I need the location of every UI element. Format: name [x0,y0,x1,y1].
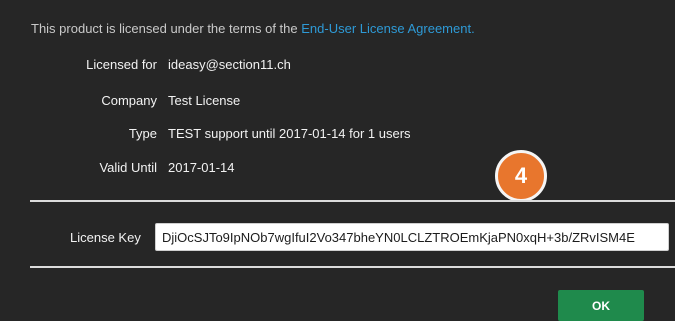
license-key-input[interactable] [155,223,669,251]
eula-link[interactable]: End-User License Agreement. [301,21,474,36]
license-intro: This product is licensed under the terms… [31,21,475,36]
valid-until-row: Valid Until 2017-01-14 [0,160,675,178]
licensed-for-label: Licensed for [86,57,157,72]
type-row: Type TEST support until 2017-01-14 for 1… [0,126,675,144]
licensed-for-value: ideasy@section11.ch [168,57,291,72]
company-row: Company Test License [0,93,675,111]
intro-text: This product is licensed under the terms… [31,21,298,36]
license-key-label: License Key [70,230,141,245]
type-value: TEST support until 2017-01-14 for 1 user… [168,126,411,141]
company-value: Test License [168,93,241,108]
top-divider [30,200,675,202]
licensed-for-row: Licensed for ideasy@section11.ch [0,57,675,75]
license-dialog: This product is licensed under the terms… [0,0,675,321]
company-label: Company [101,93,157,108]
bottom-divider [30,266,675,268]
step-badge: 4 [495,150,547,202]
valid-until-label: Valid Until [99,160,157,175]
valid-until-value: 2017-01-14 [168,160,235,175]
type-label: Type [128,126,157,141]
ok-button[interactable]: OK [558,290,644,321]
